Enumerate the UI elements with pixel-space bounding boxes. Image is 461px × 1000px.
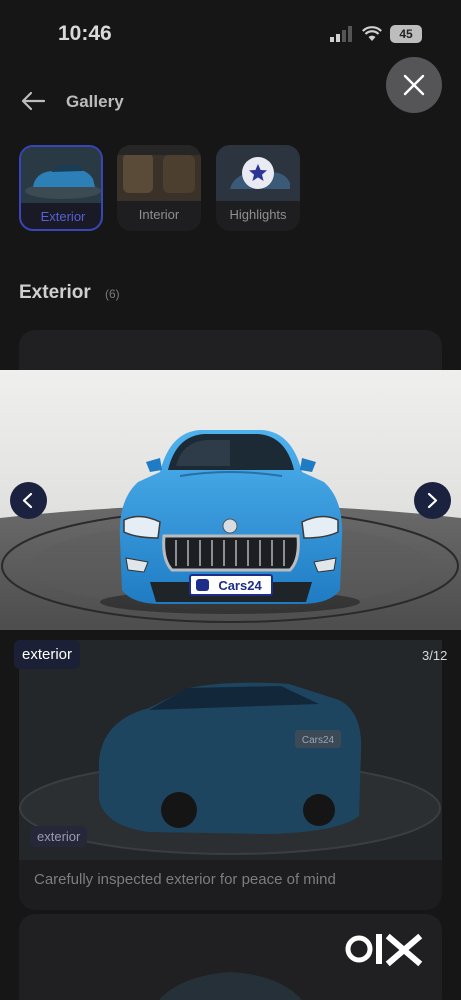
- status-bar: 10:46 45: [0, 0, 461, 64]
- exterior-thumbnail: [21, 147, 101, 203]
- arrow-left-icon[interactable]: [20, 90, 46, 112]
- car-front-photo: Cars24: [0, 370, 461, 630]
- olx-logo: [345, 933, 423, 967]
- gallery-card[interactable]: Cars24: [19, 640, 442, 910]
- tab-label: Highlights: [229, 207, 287, 222]
- plate-text: Cars24: [218, 578, 262, 593]
- highlights-thumbnail: [216, 145, 300, 201]
- tab-exterior[interactable]: Exterior: [19, 145, 103, 231]
- section-title: Exterior: [19, 282, 91, 303]
- interior-thumbnail: [117, 145, 201, 201]
- image-counter: 3/12: [422, 648, 448, 663]
- card-tag: exterior: [30, 826, 88, 847]
- status-time: 10:46: [58, 22, 112, 45]
- plate-text: Cars24: [302, 735, 335, 746]
- section-count: (6): [105, 287, 120, 301]
- signal-icon: [330, 26, 352, 42]
- chevron-right-icon: [427, 492, 438, 509]
- card-caption: Carefully inspected exterior for peace o…: [34, 871, 336, 888]
- page-title: Gallery: [66, 92, 124, 111]
- previous-image-button[interactable]: [10, 482, 47, 519]
- close-button[interactable]: [386, 57, 442, 113]
- close-icon: [403, 74, 425, 96]
- tab-interior[interactable]: Interior: [117, 145, 201, 231]
- tab-label: Exterior: [40, 209, 86, 224]
- battery-icon: 45: [390, 25, 422, 43]
- chevron-left-icon: [22, 492, 33, 509]
- image-category-badge: exterior: [14, 640, 81, 669]
- image-viewer[interactable]: Cars24: [0, 370, 461, 630]
- tab-highlights[interactable]: Highlights: [216, 145, 300, 231]
- tab-label: Interior: [138, 207, 180, 222]
- wifi-icon: [362, 26, 382, 41]
- next-image-button[interactable]: [414, 482, 451, 519]
